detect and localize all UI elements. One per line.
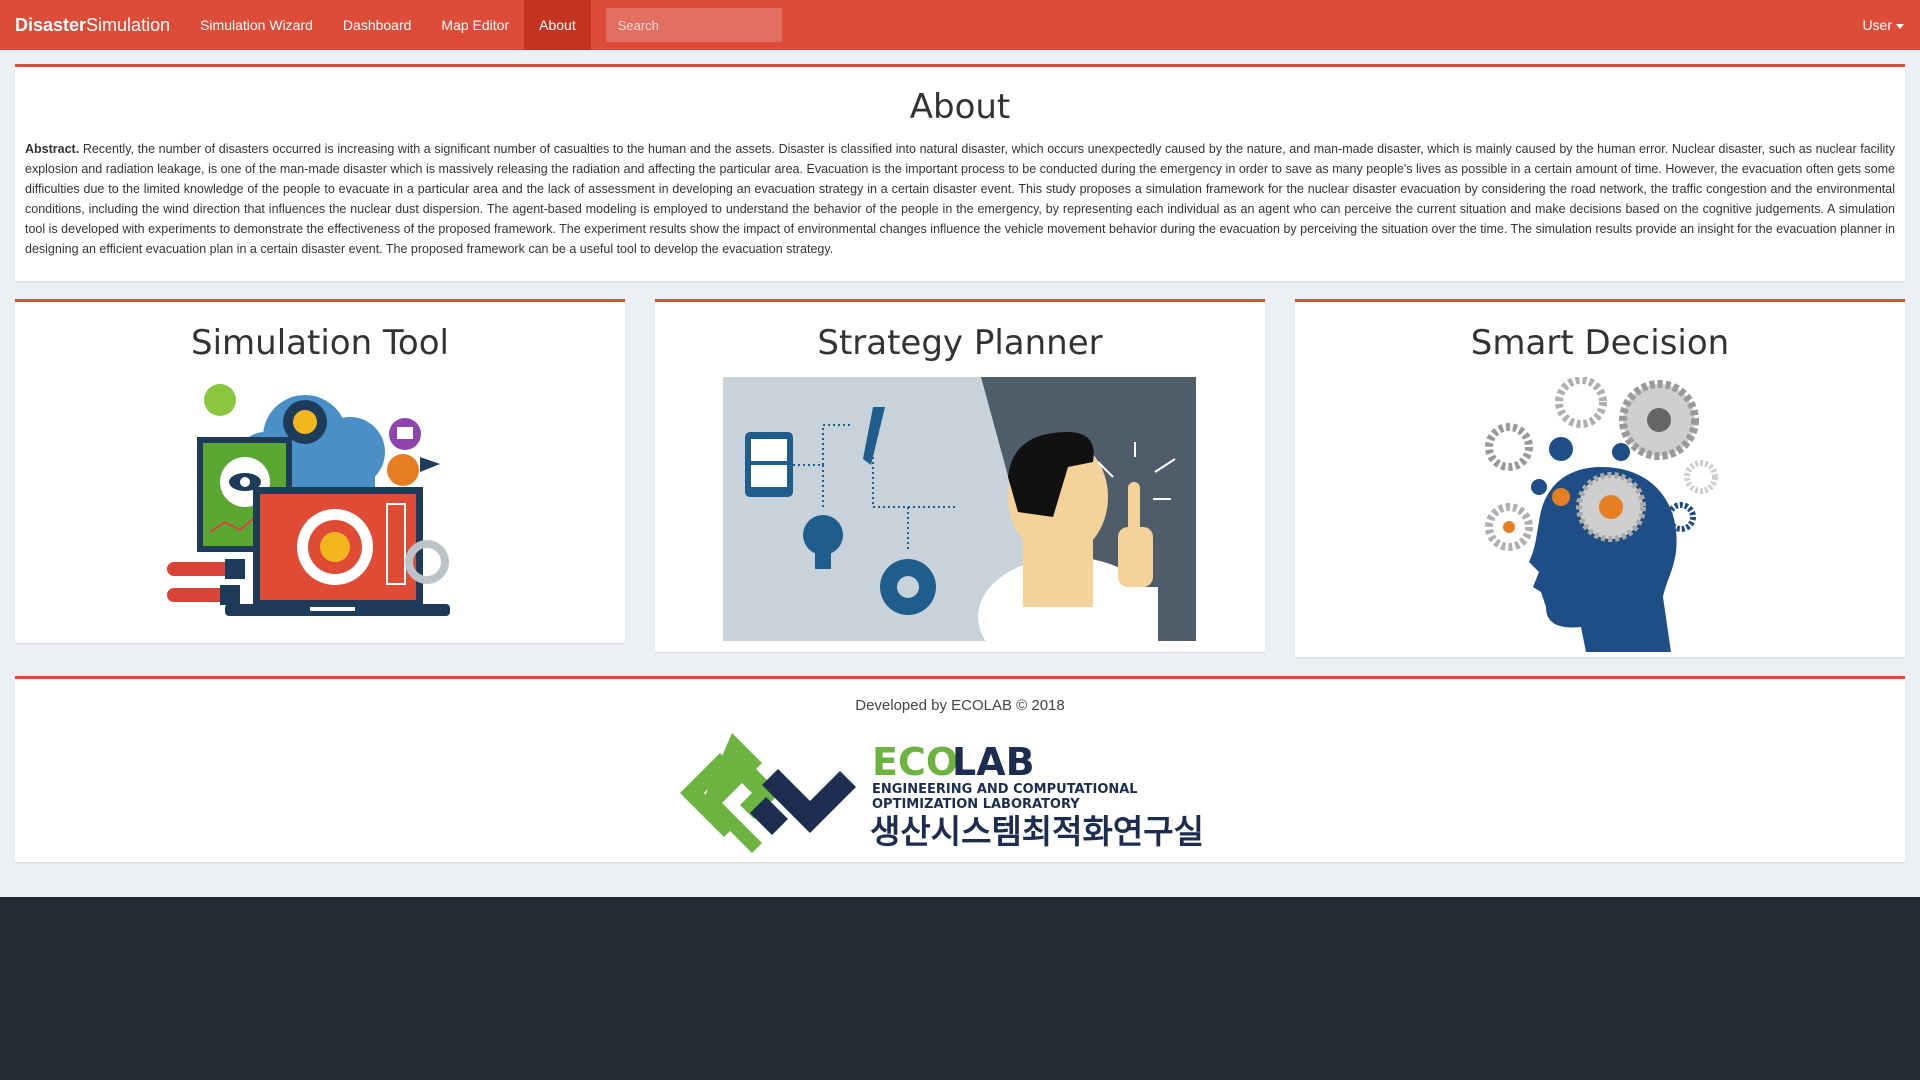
nav-map-editor[interactable]: Map Editor (426, 0, 524, 50)
svg-text:ENGINEERING AND COMPUTATIONAL: ENGINEERING AND COMPUTATIONAL (872, 782, 1138, 797)
about-title: About (909, 87, 1011, 127)
simulation-tool-card: Simulation Tool (15, 299, 625, 643)
ecolab-korean-name: 생산시스템최적화연구실 (870, 812, 1204, 851)
brand-bold: Disaster (15, 15, 87, 35)
svg-text:ECO: ECO (872, 740, 958, 784)
smart-decision-title: Smart Decision (1470, 323, 1730, 363)
smart-decision-illustration (1485, 377, 1718, 652)
svg-text:LAB: LAB (952, 740, 1035, 784)
ecolab-logo: ECO LAB ENGINEERING AND COMPUTATIONAL OP… (680, 733, 1204, 853)
about-panel: About Abstract. Recently, the number of … (15, 64, 1905, 281)
search-input[interactable] (605, 8, 782, 42)
user-label: User (1862, 17, 1892, 33)
caret-down-icon (1896, 23, 1904, 29)
page-bottom-dark-area (0, 897, 1920, 1080)
abstract-paragraph: Abstract. Recently, the number of disast… (25, 139, 1895, 259)
strategy-planner-illustration (723, 377, 1196, 641)
nav-about[interactable]: About (524, 0, 591, 50)
strategy-planner-card: Strategy Planner (655, 299, 1265, 652)
simulation-tool-title: Simulation Tool (191, 323, 449, 363)
footer-credit: Developed by ECOLAB © 2018 (855, 697, 1065, 714)
brand-logo[interactable]: DisasterSimulation (0, 0, 185, 50)
simulation-tool-illustration (167, 384, 450, 616)
nav-simulation-wizard[interactable]: Simulation Wizard (185, 0, 328, 50)
smart-decision-card: Smart Decision (1295, 299, 1905, 657)
top-navbar: DisasterSimulation Simulation Wizard Das… (0, 0, 1920, 50)
abstract-text: Recently, the number of disasters occurr… (25, 142, 1895, 256)
nav-dashboard[interactable]: Dashboard (328, 0, 427, 50)
user-menu[interactable]: User (1862, 0, 1904, 50)
abstract-label: Abstract. (25, 142, 80, 156)
footer-panel: Developed by ECOLAB © 2018 ECO LAB ENGIN… (15, 676, 1905, 862)
svg-text:OPTIMIZATION LABORATORY: OPTIMIZATION LABORATORY (872, 797, 1080, 812)
brand-rest: Simulation (86, 15, 171, 35)
strategy-planner-title: Strategy Planner (817, 323, 1103, 363)
